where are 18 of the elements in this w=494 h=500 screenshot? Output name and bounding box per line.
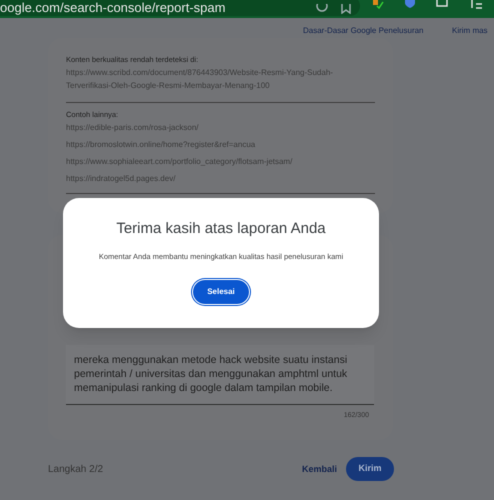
step-label: Langkah 2/2 — [48, 463, 104, 477]
back-link[interactable]: Kembali — [302, 463, 338, 476]
detected-url: https://www.scribd.com/document/876443903/Website-Resmi-Yang-Sudah-Terverifikasi-Oleh-Google-Resmi-Membayar-Menang-100 — [66, 67, 334, 92]
nav-link[interactable]: Dasar-Dasar Google Penelusuran — [303, 25, 424, 37]
dialog-title: Terima kasih atas laporan Anda — [116, 219, 326, 239]
comment-text: mereka menggunakan metode hack website suatu instansi pemerintah / universitas dan menggunakan amphtml untuk memanipulasi ranking di google dalam tampilan mobile. — [74, 353, 348, 395]
search-icon[interactable] — [316, 4, 330, 14]
address-bar[interactable]: oogle.com/search-console/report-spam — [0, 0, 360, 16]
example-link[interactable]: https://edible-paris.com/rosa-jackson/ — [66, 121, 198, 134]
nav-link[interactable]: Kirim mas — [452, 25, 488, 37]
url-text: oogle.com/search-console/report-spam — [0, 1, 226, 14]
done-button[interactable]: Selesai — [193, 280, 249, 304]
example-link[interactable]: https://www.sophialeeart.com/portfolio_category/flotsam-jetsam/ — [66, 155, 292, 168]
example-link[interactable]: https://bromoslotwin.online/home?register&ref=ancua — [66, 138, 256, 151]
example-link[interactable]: https://indratogel5d.pages.dev/ — [66, 172, 176, 185]
extension-icon[interactable] — [372, 0, 384, 10]
submit-button[interactable]: Kirim — [346, 457, 394, 481]
input-field[interactable]: mereka menggunakan metode hack website suatu instansi pemerintah / universitas dan menggunakan amphtml untuk memanipulasi ranking di google dalam tampilan mobile. — [66, 345, 374, 405]
